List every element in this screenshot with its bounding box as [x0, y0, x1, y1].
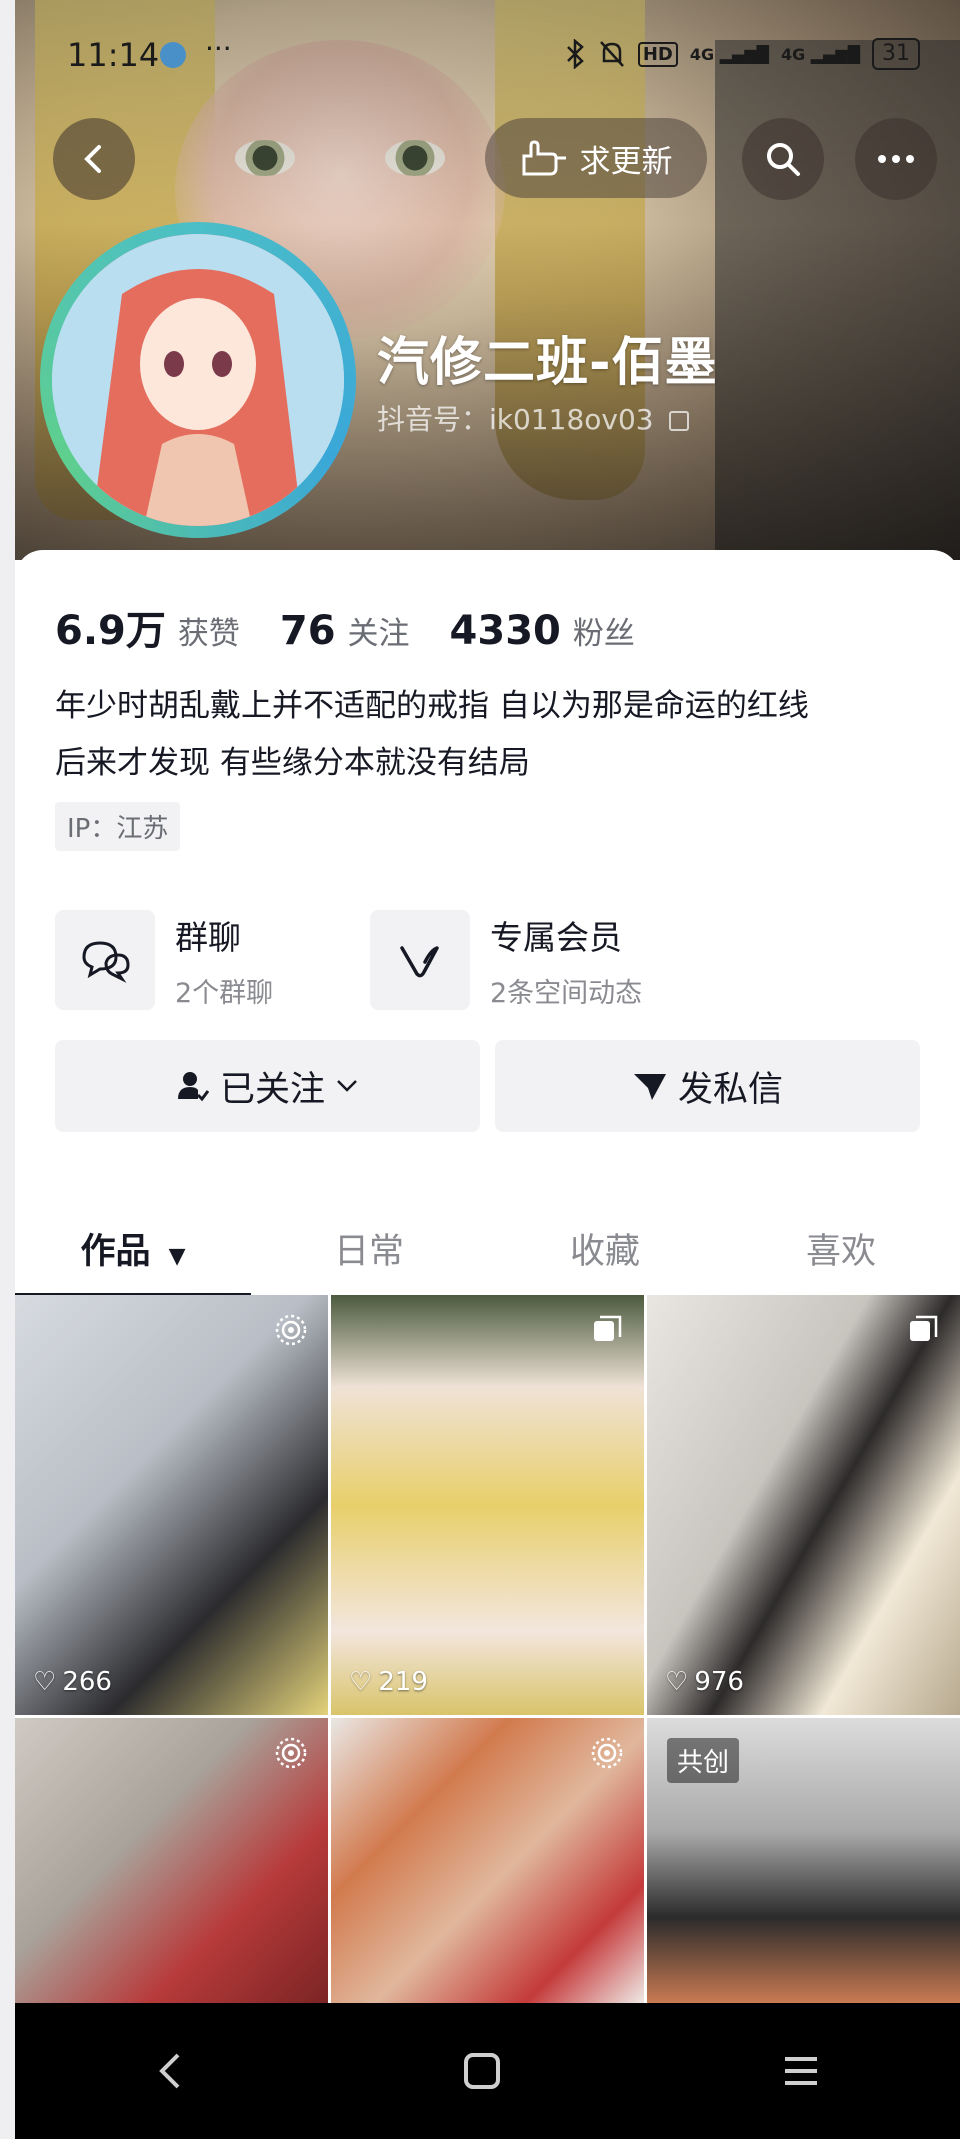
video-thumbnail[interactable]: ♡ 266 — [15, 1295, 328, 1715]
paper-plane-icon — [633, 1074, 666, 1100]
stats-row: 6.9万 获赞 76 关注 4330 粉丝 — [55, 598, 675, 656]
battery-indicator: 31 — [872, 38, 920, 70]
content-tabs: 作品 ▼ 日常 收藏 喜欢 — [15, 1205, 960, 1305]
likes-count[interactable]: 6.9万 — [55, 598, 166, 656]
bio-line-2: 后来才发现 有些缘分本就没有结局 — [55, 745, 530, 781]
like-count-text: 219 — [378, 1667, 428, 1697]
send-message-label: 发私信 — [677, 1069, 783, 1110]
bio: 年少时胡乱戴上并不适配的戒指 自以为那是命运的红线 后来才发现 有些缘分本就没有… — [55, 678, 935, 792]
bluetooth-icon — [566, 39, 584, 69]
following-button[interactable]: 已关注 — [55, 1040, 480, 1132]
group-chat-subtitle: 2个群聊 — [175, 977, 274, 1009]
video-thumbnail[interactable]: ♡ 219 — [331, 1295, 644, 1715]
likes-label: 获赞 — [177, 616, 240, 652]
douyin-id[interactable]: 抖音号：ik0118ov03 — [377, 398, 689, 438]
like-count: ♡ 219 — [349, 1667, 428, 1697]
like-count: ♡ 976 — [665, 1667, 744, 1697]
pointing-hand-icon — [522, 140, 566, 176]
followers-label: 粉丝 — [572, 616, 635, 652]
signal-4g-2: 4G ▂▄▆█ — [780, 44, 860, 64]
like-count-text: 976 — [694, 1667, 744, 1697]
search-button[interactable] — [742, 118, 824, 200]
group-chat-entry[interactable]: 群聊 2个群聊 — [55, 905, 273, 1015]
bio-line-1: 年少时胡乱戴上并不适配的戒指 自以为那是命运的红线 — [55, 688, 809, 724]
following-label-text: 已关注 — [219, 1069, 325, 1110]
video-thumbnail[interactable]: 共创 — [647, 1718, 960, 2003]
following-count[interactable]: 76 — [280, 608, 336, 654]
ellipsis-icon — [878, 155, 914, 163]
live-icon — [591, 1737, 623, 1769]
like-count: ♡ 266 — [33, 1667, 112, 1697]
group-chat-text: 群聊 2个群聊 — [175, 911, 273, 1010]
heart-icon: ♡ — [33, 1667, 57, 1697]
nickname: 汽修二班-佰墨 — [377, 333, 718, 393]
avatar — [52, 234, 344, 526]
avatar-anime-art — [52, 234, 344, 526]
request-update-label: 求更新 — [579, 143, 673, 180]
avatar-ring[interactable] — [40, 222, 356, 538]
mute-bell-icon — [599, 41, 624, 67]
live-icon — [275, 1737, 307, 1769]
nav-back-icon[interactable] — [154, 2051, 184, 2091]
more-options-button[interactable] — [855, 118, 937, 200]
feature-icon-box — [55, 910, 155, 1010]
chevron-down-icon — [337, 1080, 357, 1092]
back-button[interactable] — [53, 118, 135, 200]
ip-location-tag: IP：江苏 — [55, 802, 181, 851]
copy-icon[interactable] — [668, 411, 689, 431]
tab-works-label: 作品 — [80, 1232, 151, 1272]
member-entry[interactable]: 专属会员 2条空间动态 — [370, 905, 642, 1015]
system-navigation-bar — [15, 2003, 960, 2139]
tab-favorites[interactable]: 收藏 — [487, 1223, 723, 1274]
profile-screen: 11:14 ··· HD 4G ▂▄▆█ 4G ▂▄▆█ 31 求更新 汽修二班… — [15, 0, 960, 2139]
telegram-icon — [160, 42, 186, 68]
chat-bubbles-icon — [82, 941, 130, 983]
video-thumbnail[interactable] — [331, 1718, 644, 2003]
video-thumbnail[interactable] — [15, 1718, 328, 2003]
like-count-text: 266 — [62, 1667, 112, 1697]
co-creation-tag: 共创 — [667, 1738, 740, 1783]
status-indicators: HD 4G ▂▄▆█ 4G ▂▄▆█ 31 — [564, 38, 920, 70]
douyin-id-text: 抖音号：ik0118ov03 — [377, 403, 654, 436]
caret-down-icon: ▼ — [168, 1244, 186, 1269]
tab-likes[interactable]: 喜欢 — [723, 1223, 959, 1274]
nav-menu-icon[interactable] — [781, 2053, 821, 2089]
multi-image-icon — [910, 1315, 938, 1341]
tab-works[interactable]: 作品 ▼ — [15, 1223, 251, 1274]
more-notifications-icon: ··· — [205, 32, 232, 65]
status-bar: 11:14 ··· HD 4G ▂▄▆█ 4G ▂▄▆█ 31 — [15, 0, 960, 110]
request-update-button[interactable]: 求更新 — [485, 118, 707, 198]
member-subtitle: 2条空间动态 — [490, 977, 643, 1009]
signal-4g-1: 4G ▂▄▆█ — [689, 44, 769, 64]
video-thumbnail[interactable]: ♡ 976 — [647, 1295, 960, 1715]
member-title: 专属会员 — [490, 917, 622, 957]
multi-image-icon — [594, 1315, 622, 1341]
status-time: 11:14 — [67, 36, 160, 74]
send-message-button[interactable]: 发私信 — [495, 1040, 920, 1132]
nav-home-icon[interactable] — [462, 2051, 502, 2091]
screen-gutter — [0, 0, 15, 2139]
heart-icon: ♡ — [349, 1667, 373, 1697]
heart-icon: ♡ — [665, 1667, 689, 1697]
followers-count[interactable]: 4330 — [450, 608, 561, 654]
group-chat-title: 群聊 — [175, 917, 241, 957]
feature-icon-box — [370, 910, 470, 1010]
search-icon — [767, 143, 800, 176]
tab-daily[interactable]: 日常 — [251, 1223, 487, 1274]
following-label: 关注 — [347, 616, 410, 652]
hd-badge: HD — [637, 41, 678, 67]
member-text: 专属会员 2条空间动态 — [490, 911, 642, 1010]
live-icon — [275, 1314, 307, 1346]
chevron-left-icon — [84, 145, 101, 173]
v-logo-icon — [400, 946, 439, 978]
user-check-icon — [177, 1072, 210, 1102]
